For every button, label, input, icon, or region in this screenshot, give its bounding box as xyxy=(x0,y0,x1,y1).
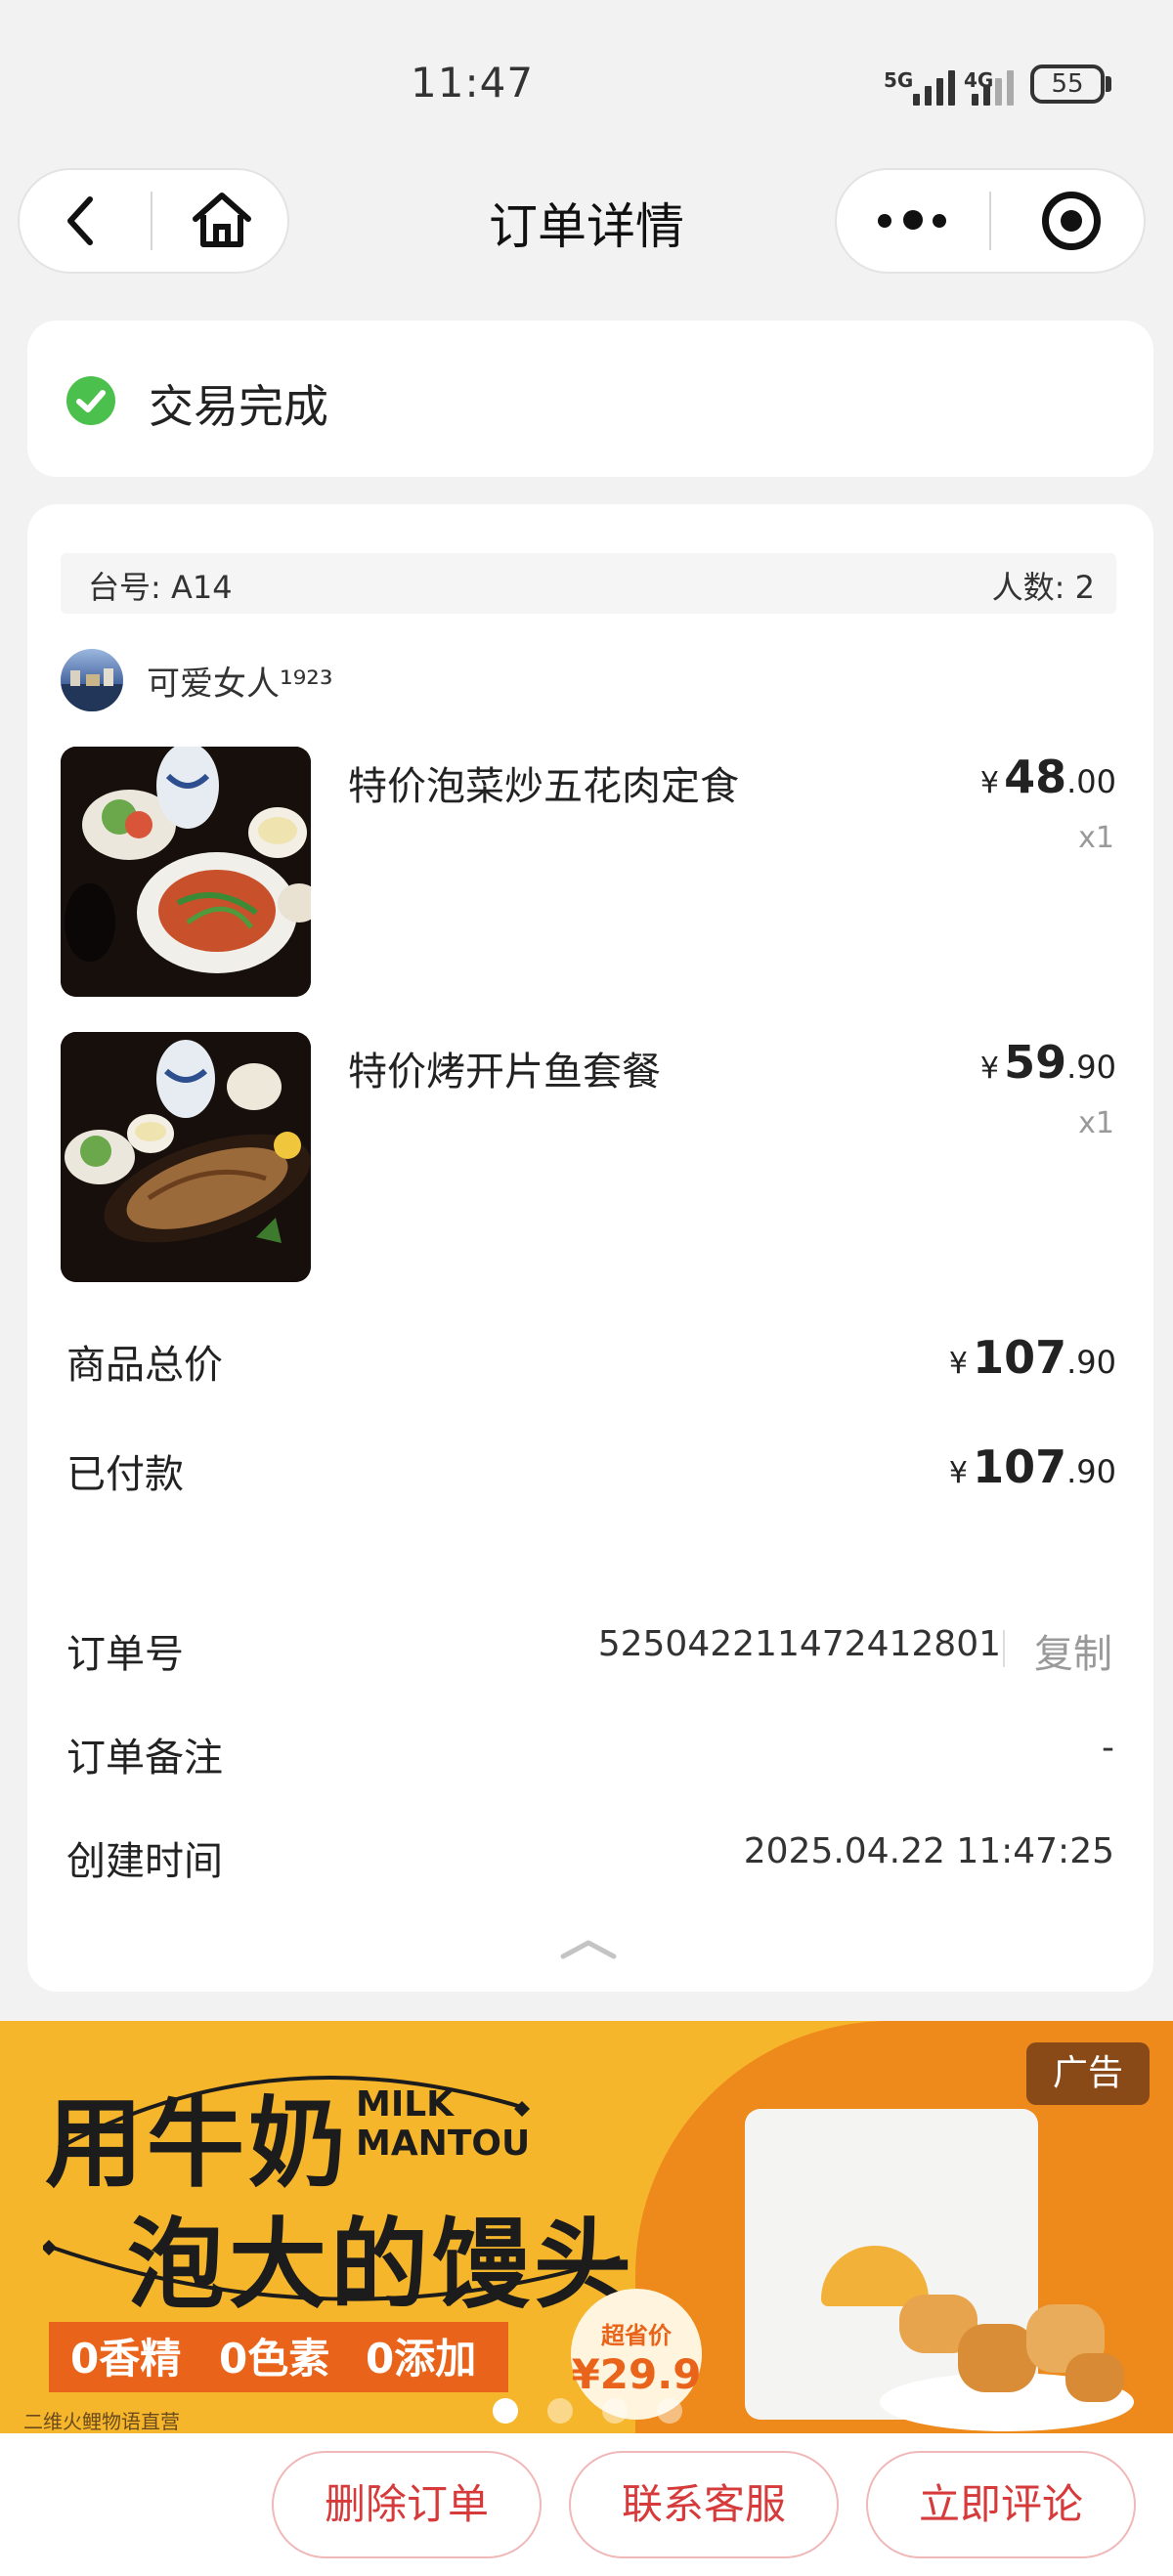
paid-label: 已付款 xyxy=(66,1452,184,1497)
status-time: 11:47 xyxy=(411,59,535,107)
more-icon[interactable] xyxy=(878,210,946,230)
avatar xyxy=(61,649,123,711)
ad-feature: 0香精 xyxy=(70,2335,182,2383)
carousel-dot[interactable] xyxy=(657,2398,682,2424)
battery-icon: 55 xyxy=(1030,64,1105,104)
order-no-value: 525042211472412801 xyxy=(597,1624,1001,1664)
ad-feature: 0添加 xyxy=(366,2335,477,2383)
delete-order-button[interactable]: 删除订单 xyxy=(272,2451,542,2558)
success-check-icon xyxy=(66,376,115,425)
created-time-value: 2025.04.22 11:47:25 xyxy=(743,1831,1114,1871)
order-status-text: 交易完成 xyxy=(149,380,328,433)
ad-milk-mantou: MILK MANTOU xyxy=(356,2084,531,2164)
total-price-label: 商品总价 xyxy=(66,1343,223,1388)
ad-feature: 0色素 xyxy=(219,2335,330,2383)
table-number: 台号: A14 xyxy=(88,569,233,606)
item-image[interactable] xyxy=(61,1032,311,1282)
item-price: ¥ 48.00 xyxy=(979,751,1116,803)
ad-swoosh-bottom xyxy=(43,2240,621,2301)
copy-button[interactable]: 复制 xyxy=(1034,1622,1112,1679)
close-miniprogram-icon[interactable] xyxy=(1042,192,1101,250)
ad-footer-text: 二维火鲤物语直营 xyxy=(23,2410,180,2433)
item-name: 特价泡菜炒五花肉定食 xyxy=(348,764,739,809)
paid-value: ¥ 107.90 xyxy=(948,1440,1116,1493)
ad-banner[interactable]: 用牛奶 MILK MANTOU 泡大的馒头 0香精 0色素 0添加 超省价 ¥29.… xyxy=(0,2021,1173,2433)
carousel-dot[interactable] xyxy=(547,2398,573,2424)
item-image[interactable] xyxy=(61,747,311,997)
contact-service-button[interactable]: 联系客服 xyxy=(569,2451,839,2558)
remark-value: - xyxy=(1102,1728,1114,1768)
item-name: 特价烤开片鱼套餐 xyxy=(348,1050,661,1095)
capsule-divider xyxy=(989,192,991,250)
item-price: ¥ 59.90 xyxy=(979,1036,1116,1089)
signal-4g-icon xyxy=(968,66,1024,106)
people-count: 人数: 2 xyxy=(991,569,1095,606)
review-now-button[interactable]: 立即评论 xyxy=(866,2451,1136,2558)
signal-5g-icon xyxy=(909,66,966,106)
created-time-label: 创建时间 xyxy=(66,1839,223,1884)
total-price-value: ¥ 107.90 xyxy=(948,1331,1116,1384)
ad-label-badge: 广告 xyxy=(1026,2042,1150,2105)
copy-divider xyxy=(1003,1630,1005,1667)
item-qty: x1 xyxy=(1078,1106,1114,1140)
battery-tip xyxy=(1106,76,1111,92)
ad-buns-image xyxy=(880,2295,1134,2431)
remark-label: 订单备注 xyxy=(66,1736,223,1781)
user-name: 可爱女人¹⁹²³ xyxy=(147,665,333,704)
carousel-dot-active[interactable] xyxy=(493,2398,518,2424)
ad-price-circle: 超省价 ¥29.9 xyxy=(571,2289,702,2420)
order-no-label: 订单号 xyxy=(66,1632,184,1677)
item-qty: x1 xyxy=(1078,821,1114,855)
collapse-chevron-icon[interactable] xyxy=(559,1937,618,1960)
carousel-dot[interactable] xyxy=(602,2398,628,2424)
